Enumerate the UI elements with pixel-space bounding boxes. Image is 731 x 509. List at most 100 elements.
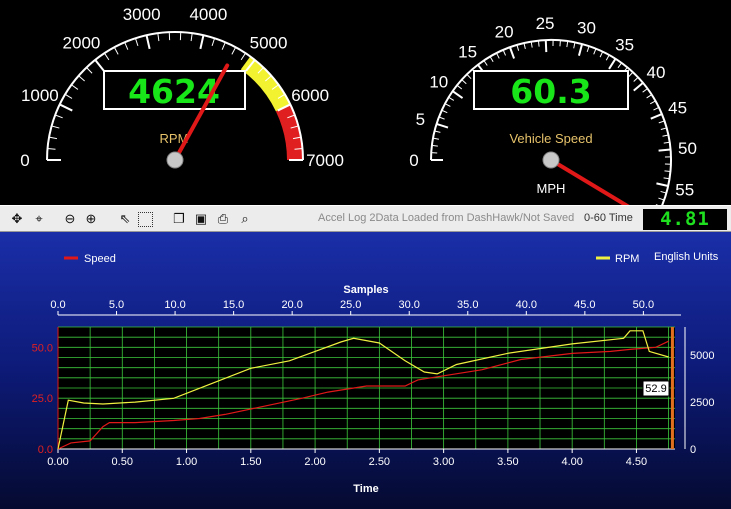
samples-tick-label: 30.0 bbox=[399, 299, 420, 311]
rpm-tick bbox=[294, 148, 303, 150]
samples-axis-title: Samples bbox=[343, 284, 388, 296]
time-label: 0-60 Time bbox=[584, 212, 633, 224]
rpm-tick bbox=[157, 33, 160, 42]
rpm-tick bbox=[71, 84, 79, 90]
speed-tick bbox=[489, 56, 494, 63]
rpm-tick-label: 4000 bbox=[189, 5, 227, 24]
rpm-tick bbox=[240, 52, 246, 61]
toolbar: ✥ ⌖ ⊖ ⊕ ⇖ ❐ ▣ ⎙ ⌕ Accel Log 2Data Loaded… bbox=[0, 205, 731, 232]
speed-tick-label: 0 bbox=[409, 151, 418, 170]
rpm-gauge: 0100020003000 40005000600070004624RPM bbox=[20, 5, 344, 170]
speed-tick bbox=[646, 94, 652, 99]
speed-tick-label: 15 bbox=[458, 42, 477, 61]
speed-axis-tick-label: 50.0 bbox=[32, 342, 53, 354]
rpm-tick bbox=[145, 34, 151, 50]
move-icon[interactable]: ✥ bbox=[8, 210, 26, 228]
rpm-tick-label: 0 bbox=[20, 151, 29, 170]
status-text: Accel Log 2Data Loaded from DashHawk/Not… bbox=[318, 212, 575, 224]
time-display: 4.81 bbox=[643, 209, 727, 230]
time-tick-label: 2.00 bbox=[304, 456, 325, 468]
print-icon[interactable]: ⎙ bbox=[214, 210, 232, 228]
time-tick-label: 4.50 bbox=[626, 456, 647, 468]
speed-axis-tick-label: 0.0 bbox=[38, 444, 53, 456]
rpm-tick bbox=[231, 47, 237, 55]
speed-tick bbox=[633, 82, 644, 92]
speed-tick bbox=[444, 103, 451, 107]
samples-tick-label: 45.0 bbox=[574, 299, 595, 311]
time-axis-title: Time bbox=[353, 483, 378, 495]
speed-tick-label: 20 bbox=[495, 22, 514, 41]
time-tick-label: 1.00 bbox=[176, 456, 197, 468]
rpm-tick bbox=[221, 42, 226, 50]
speed-tick bbox=[566, 41, 569, 48]
speed-tick-label: 25 bbox=[536, 14, 555, 33]
speed-tick-label: 45 bbox=[668, 99, 687, 118]
time-tick-label: 4.00 bbox=[561, 456, 582, 468]
pointer-icon[interactable]: ⇖ bbox=[116, 210, 134, 228]
rpm-tick bbox=[134, 38, 139, 47]
cursor-value: 52.9 bbox=[645, 383, 666, 395]
time-tick-label: 0.00 bbox=[47, 456, 68, 468]
speed-tick bbox=[649, 100, 656, 105]
rpm-tick bbox=[54, 114, 63, 119]
speed-tick bbox=[642, 88, 648, 93]
speed-tick-label: 10 bbox=[429, 72, 448, 91]
speed-unit-label: MPH bbox=[537, 181, 566, 196]
rpm-tick bbox=[48, 136, 58, 140]
time-tick-label: 2.50 bbox=[369, 456, 390, 468]
copy-icon[interactable]: ❐ bbox=[170, 210, 188, 228]
print-preview-icon[interactable]: ⌕ bbox=[236, 210, 254, 228]
time-tick-label: 0.50 bbox=[112, 456, 133, 468]
speed-tick bbox=[593, 48, 597, 55]
rpm-tick-label: 2000 bbox=[63, 34, 101, 53]
speed-tick bbox=[656, 182, 669, 187]
speed-tick bbox=[662, 134, 669, 137]
rpm-tick-label: 1000 bbox=[21, 86, 59, 105]
speed-tick bbox=[633, 77, 639, 82]
rpm-tick bbox=[86, 67, 93, 74]
speed-tick bbox=[523, 42, 526, 50]
speed-tick bbox=[448, 96, 455, 101]
zoom-box-icon[interactable]: ⌖ bbox=[30, 210, 48, 228]
zoom-in-icon[interactable]: ⊕ bbox=[82, 210, 100, 228]
speed-tick bbox=[658, 120, 665, 124]
select-box-icon[interactable] bbox=[138, 212, 153, 227]
samples-tick-label: 50.0 bbox=[633, 299, 654, 311]
speed-label: Vehicle Speed bbox=[509, 131, 592, 146]
speed-tick bbox=[516, 44, 520, 51]
chart-panel: Speed RPM English Units Samples Time 0.0… bbox=[0, 232, 731, 509]
speed-tick bbox=[496, 52, 500, 59]
speed-tick bbox=[577, 43, 584, 56]
zoom-out-icon[interactable]: ⊖ bbox=[61, 210, 79, 228]
speed-tick bbox=[434, 130, 441, 133]
speed-tick bbox=[432, 137, 440, 140]
speed-tick bbox=[530, 41, 533, 48]
speed-tick bbox=[436, 122, 449, 129]
speed-tick-label: 40 bbox=[646, 63, 665, 82]
speed-tick bbox=[653, 106, 660, 111]
speed-tick bbox=[452, 90, 464, 99]
samples-tick-label: 0.0 bbox=[50, 299, 65, 311]
units-label[interactable]: English Units bbox=[654, 251, 719, 263]
speed-tick bbox=[663, 141, 670, 144]
speed-tick bbox=[544, 40, 548, 53]
rpm-tick bbox=[47, 148, 56, 150]
speed-needle bbox=[549, 158, 630, 205]
speed-tick-label: 55 bbox=[675, 181, 694, 200]
samples-tick-label: 25.0 bbox=[340, 299, 361, 311]
rpm-redline-band bbox=[275, 104, 303, 160]
rpm-tick-label: 7000 bbox=[306, 151, 344, 170]
speed-tick-label: 35 bbox=[615, 35, 634, 54]
speed-tick bbox=[441, 109, 448, 114]
speed-tick bbox=[608, 58, 617, 70]
save-icon[interactable]: ▣ bbox=[192, 210, 210, 228]
rpm-tick bbox=[190, 33, 193, 42]
samples-tick-label: 35.0 bbox=[457, 299, 478, 311]
plot-area[interactable]: 0.00 0.50 1.00 1.50 2.00 2.50 3.00 3.50 4.00 4.50… bbox=[32, 299, 715, 468]
speed-tick bbox=[461, 79, 467, 85]
speed-tick bbox=[502, 49, 507, 56]
speed-axis-tick-label: 25.0 bbox=[32, 393, 53, 405]
speed-readout: 60.3 bbox=[510, 72, 591, 111]
rpm-tick bbox=[51, 125, 60, 129]
speed-tick-label: 5 bbox=[416, 110, 425, 129]
